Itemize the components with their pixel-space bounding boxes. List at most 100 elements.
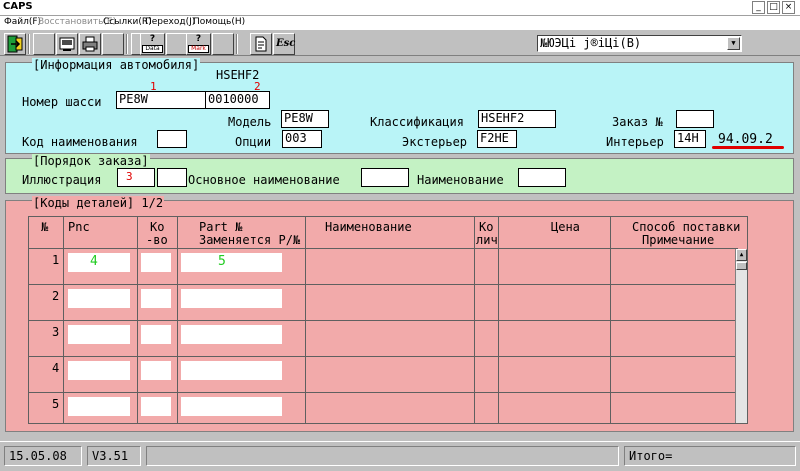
maximize-button[interactable]: □ xyxy=(767,1,780,14)
row-number: 1 xyxy=(52,253,60,267)
red-underline xyxy=(712,146,784,149)
book-button[interactable] xyxy=(56,33,78,55)
print-button[interactable] xyxy=(79,33,101,55)
blank-button[interactable] xyxy=(212,33,234,55)
data-button[interactable]: ? Data xyxy=(140,33,165,55)
header-divider xyxy=(28,248,738,249)
part-number-field[interactable] xyxy=(181,361,282,380)
part-number-field[interactable] xyxy=(181,397,282,416)
column-header-number: № xyxy=(41,220,49,234)
parts-scrollbar[interactable]: ▲ xyxy=(735,249,747,423)
chevron-down-icon[interactable]: ▼ xyxy=(727,37,740,50)
language-select-value: №ЮЭЦі ј®іЦі(B) xyxy=(540,36,642,50)
menu-help[interactable]: Помощь(H) xyxy=(193,17,245,27)
marker-5: 5 xyxy=(218,254,226,269)
car-info-legend: [Информация автомобиля] xyxy=(32,58,201,72)
blank-button[interactable] xyxy=(166,33,188,55)
order-number-field[interactable] xyxy=(676,110,714,128)
column-header-note: Примечание xyxy=(642,233,715,247)
classification-field[interactable]: HSEHF2 xyxy=(478,110,556,128)
pnc-field[interactable]: 4 xyxy=(68,253,130,272)
menu-bar: Файл(F) Восстановить(E) Ссылки(R) Перехо… xyxy=(0,16,800,30)
chassis-field-2[interactable]: 0010000 xyxy=(205,91,270,109)
top-classification-code: HSEHF2 xyxy=(216,68,260,82)
options-label: Опции xyxy=(235,135,272,149)
illustration-field[interactable]: 3 xyxy=(117,168,155,187)
pnc-field[interactable] xyxy=(68,397,130,416)
mark-button[interactable]: ? Mark xyxy=(186,33,211,55)
title-bar: CAPS _ □ × xyxy=(0,0,800,16)
part-number-field[interactable] xyxy=(181,289,282,308)
language-select[interactable]: №ЮЭЦі ј®іЦі(B) ▼ xyxy=(537,35,742,52)
exit-button[interactable] xyxy=(4,33,26,55)
exterior-label: Экстерьер xyxy=(402,135,468,149)
name-field[interactable] xyxy=(518,168,566,187)
menu-file[interactable]: Файл(F) xyxy=(4,17,41,27)
name-label: Наименование xyxy=(417,173,504,187)
options-field[interactable]: 003 xyxy=(282,130,322,148)
column-header-name: Наименование xyxy=(325,220,412,234)
column-header-part: Part № xyxy=(199,220,243,234)
column-header-replaced: Заменяется Р/№ xyxy=(199,233,301,247)
scroll-thumb[interactable] xyxy=(736,262,747,270)
pnc-field[interactable] xyxy=(68,325,130,344)
date-code: 94.09.2 xyxy=(718,132,773,147)
row-divider xyxy=(28,392,738,393)
escape-button[interactable]: Esc xyxy=(273,33,295,55)
status-bar: 15.05.08 V3.51 Итого= xyxy=(0,441,800,471)
classification-label: Классификация xyxy=(370,115,464,129)
order-number-label: Заказ № xyxy=(612,115,663,129)
qty-field[interactable] xyxy=(141,253,171,272)
row-number: 4 xyxy=(52,361,60,375)
order-legend: [Порядок заказа] xyxy=(32,154,150,168)
toolbar-separator xyxy=(28,34,30,54)
pnc-field[interactable] xyxy=(68,361,130,380)
column-header-qty-2: -во xyxy=(146,233,168,247)
exit-icon xyxy=(7,35,23,53)
status-total: Итого= xyxy=(624,446,796,466)
qty-field[interactable] xyxy=(141,325,171,344)
mark-icon: Mark xyxy=(188,45,209,53)
parts-legend: [Коды деталей] 1/2 xyxy=(32,196,165,210)
row-number: 2 xyxy=(52,289,60,303)
name-code-field[interactable] xyxy=(157,130,187,148)
row-number: 3 xyxy=(52,325,60,339)
data-icon: Data xyxy=(142,45,163,53)
column-header-pnc: Pnc xyxy=(68,220,90,234)
toolbar-separator xyxy=(236,34,238,54)
column-header-qty-per: Ко xyxy=(479,220,494,234)
minimize-button[interactable]: _ xyxy=(752,1,765,14)
book-icon xyxy=(59,37,75,51)
escape-icon: Esc xyxy=(276,38,296,49)
interior-field[interactable]: 14H xyxy=(674,130,706,148)
pnc-field[interactable] xyxy=(68,289,130,308)
model-field[interactable]: PE8W xyxy=(281,110,329,128)
column-header-supply: Способ поставки xyxy=(632,220,741,234)
qty-field[interactable] xyxy=(141,397,171,416)
part-number-field[interactable]: 5 xyxy=(181,253,282,272)
scroll-up-icon[interactable]: ▲ xyxy=(736,249,747,261)
row-number: 5 xyxy=(52,397,60,411)
menu-navigate[interactable]: Переход(J) xyxy=(145,17,195,27)
document-button[interactable] xyxy=(250,33,272,55)
main-name-field[interactable] xyxy=(361,168,409,187)
row-divider xyxy=(28,284,738,285)
illustration-field-2[interactable] xyxy=(157,168,187,187)
exterior-field[interactable]: F2HE xyxy=(477,130,517,148)
column-header-qty: Ко xyxy=(150,220,165,234)
chassis-field-1[interactable]: PE8W xyxy=(116,91,206,109)
close-button[interactable]: × xyxy=(782,1,795,14)
qty-field[interactable] xyxy=(141,289,171,308)
status-date: 15.05.08 xyxy=(4,446,82,466)
chassis-label: Номер шасси xyxy=(22,95,102,109)
marker-3: 3 xyxy=(126,170,133,183)
blank-button[interactable] xyxy=(102,33,124,55)
toolbar-separator xyxy=(126,34,128,54)
blank-button[interactable] xyxy=(33,33,55,55)
window-title: CAPS xyxy=(3,1,33,12)
qty-field[interactable] xyxy=(141,361,171,380)
part-number-field[interactable] xyxy=(181,325,282,344)
question-icon: ? xyxy=(195,34,202,44)
marker-4: 4 xyxy=(90,254,98,269)
row-divider xyxy=(28,356,738,357)
